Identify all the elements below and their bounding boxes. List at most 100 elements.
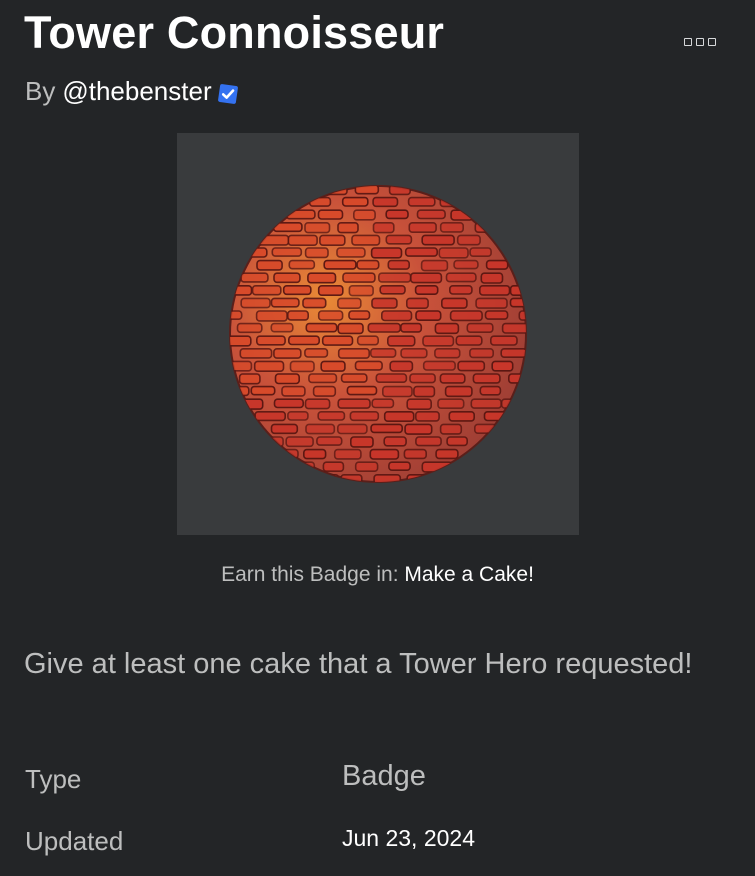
brick [406,398,432,411]
brick [252,436,284,448]
brick [356,259,380,270]
brick [340,473,363,482]
brick [500,398,526,409]
brick [351,234,381,246]
brick [371,398,395,409]
brick [333,448,362,460]
badge-thumbnail [177,133,579,535]
brick [253,360,285,372]
more-options-icon [684,38,692,46]
brick [372,196,399,208]
brick [475,297,508,309]
brick [349,410,380,422]
brick [348,310,371,320]
brick [346,385,378,396]
brick [370,247,403,259]
brick [369,448,400,460]
brick [415,436,442,447]
brick [317,410,346,421]
brick [455,335,483,346]
brick [371,297,398,309]
earn-badge-line: Earn this Badge in: Make a Cake! [0,561,755,589]
brick [408,222,437,234]
brick [251,285,282,296]
brick [240,297,271,309]
type-label: Type [25,764,82,794]
brick [382,385,413,398]
brick [236,322,263,334]
brick [446,436,469,447]
brick [323,259,357,270]
earn-prefix-label: Earn this Badge in: [221,563,405,586]
brick [501,322,526,334]
brick [302,297,327,309]
brick [439,423,463,435]
brick [273,272,301,284]
brick [356,335,379,346]
brick [472,373,501,384]
brick [507,373,526,384]
brick [466,322,494,334]
verified-badge-icon [216,80,240,104]
brick [375,373,408,383]
page-title: Tower Connoisseur [24,7,445,58]
brick [316,436,343,446]
brick [350,436,374,448]
brick [518,310,526,321]
brick [340,373,368,383]
brick [341,196,369,207]
brick [422,360,456,371]
brick [444,385,473,398]
updated-label: Updated [25,826,124,856]
brick [322,461,345,473]
brick [239,348,273,359]
brick [285,436,314,448]
brick [403,448,427,460]
brick [440,297,468,309]
brick [456,234,481,246]
brick [500,348,526,359]
brick [448,285,473,295]
brick [449,310,483,322]
brick [348,285,374,297]
brick [230,360,253,372]
brick [420,259,449,272]
brick [434,322,460,335]
brick [288,259,316,270]
brick [367,322,402,333]
brick [337,398,371,409]
brick [439,222,465,233]
type-value: Badge [342,760,426,792]
brick [230,335,252,347]
more-options-button[interactable] [676,30,724,54]
brick [287,234,318,247]
brick [337,322,364,335]
brick [491,360,514,372]
brick [321,335,354,346]
more-options-icon-dot [708,38,716,46]
brick [435,448,459,460]
brick [308,196,332,207]
brick [304,222,331,234]
brick [400,322,423,333]
brick [288,335,321,346]
brick [273,348,302,359]
brick [271,247,303,257]
experience-link[interactable]: Make a Cake! [404,563,534,586]
brick [485,259,509,270]
brick [469,348,494,359]
brick [281,385,306,397]
brick [406,297,429,309]
brick [304,398,331,410]
brick [404,247,438,257]
brick [337,423,368,435]
brick [287,310,310,321]
brick [337,348,370,359]
brick [273,398,305,409]
brick [256,234,290,246]
brick [385,209,409,220]
brick [256,259,283,271]
brick [289,360,315,373]
brick [230,385,250,397]
creator-link[interactable]: @thebenster [62,74,211,108]
